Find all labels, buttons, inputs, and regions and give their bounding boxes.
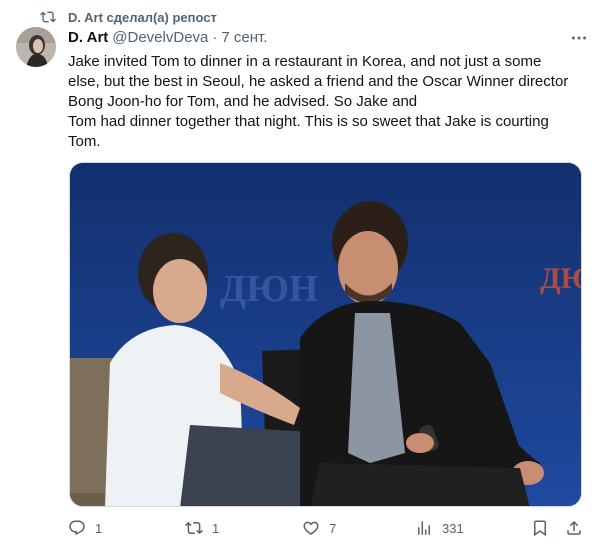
tweet-header: D. Art @DevelvDeva · 7 сент.	[68, 29, 567, 46]
reply-icon	[69, 520, 85, 536]
repost-label: D. Art сделал(а) репост	[68, 9, 217, 25]
tweet-text: Jake invited Tom to dinner in a restaura…	[68, 52, 588, 152]
more-icon	[571, 36, 587, 40]
tweet-text-line: Jake invited Tom to dinner in a restaura…	[68, 53, 542, 70]
retweet-icon	[185, 521, 203, 535]
bookmark-icon	[534, 520, 546, 537]
separator-dot: ·	[212, 29, 218, 46]
views-button[interactable]: 331	[415, 518, 464, 538]
repost-button[interactable]: 1	[185, 518, 219, 538]
repost-count: 1	[212, 520, 220, 536]
heart-icon	[303, 521, 319, 535]
tweet-text-line: Tom had dinner together that night. This…	[68, 113, 549, 130]
backdrop-text: ДЮН	[220, 268, 319, 310]
share-button[interactable]	[565, 518, 583, 538]
like-button[interactable]: 7	[302, 518, 336, 538]
tweet-actions: 1 1 7 331	[68, 518, 588, 538]
more-options-button[interactable]	[569, 30, 589, 46]
analytics-icon	[418, 521, 430, 535]
photo-illustration: ДЮН ДЮ	[70, 163, 582, 506]
author-name[interactable]: D. Art	[68, 29, 108, 46]
tweet-media-photo[interactable]: ДЮН ДЮ	[69, 162, 582, 507]
author-handle[interactable]: @DevelvDeva	[112, 29, 208, 46]
share-icon	[567, 520, 581, 535]
avatar[interactable]	[16, 27, 56, 67]
like-count: 7	[329, 520, 337, 536]
tweet-text-line: Tom.	[68, 133, 101, 150]
tweet-text-line: Bong Joon-ho for Tom, and he advised. So…	[68, 93, 418, 110]
svg-text:ДЮ: ДЮ	[540, 262, 582, 295]
bookmark-button[interactable]	[531, 518, 549, 538]
tweet-date[interactable]: 7 сент.	[221, 29, 267, 46]
reply-count: 1	[95, 520, 103, 536]
repost-indicator[interactable]: D. Art сделал(а) репост	[40, 9, 217, 25]
reply-button[interactable]: 1	[68, 518, 102, 538]
views-count: 331	[442, 520, 464, 536]
tweet-text-line: else, but the best in Seoul, he asked a …	[68, 73, 569, 90]
repost-icon	[40, 9, 56, 25]
